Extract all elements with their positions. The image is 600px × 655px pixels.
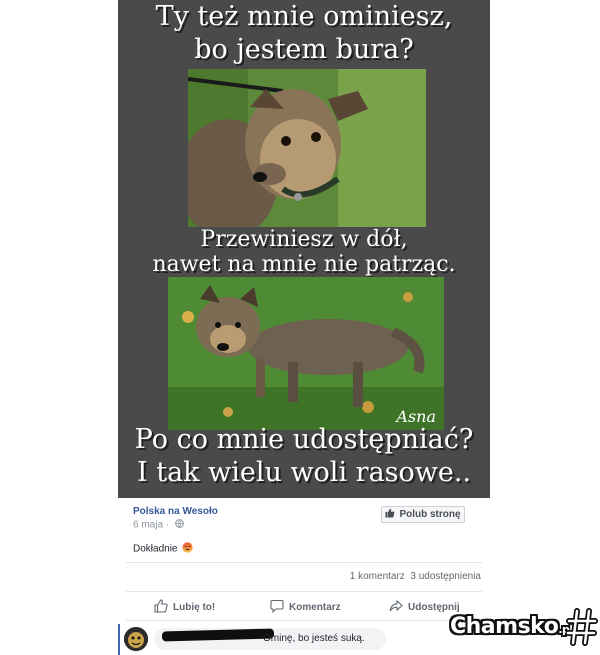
dog-photo-2: Asna xyxy=(168,277,444,430)
meme-caption-middle: Przewiniesz w dół, nawet na mnie nie pat… xyxy=(118,227,490,277)
meme-line-3: Przewiniesz w dół, xyxy=(200,227,408,252)
like-button[interactable]: Lubię to! xyxy=(154,598,216,616)
page-name-link[interactable]: Polska na Wesoło xyxy=(133,506,218,517)
meme-caption-top: Ty też mnie ominiesz, bo jestem bura? xyxy=(118,0,490,66)
watermark-logo: Chamsko.pl xyxy=(448,606,600,652)
post-date[interactable]: 6 maja · xyxy=(133,519,184,531)
meme-line-4: nawet na mnie nie patrząc. xyxy=(152,252,456,277)
hash-icon xyxy=(565,608,598,651)
shares-count[interactable]: 3 udostępnienia xyxy=(410,571,481,582)
meme-image[interactable]: Ty też mnie ominiesz, bo jestem bura? Pr… xyxy=(118,0,490,498)
post-message-text: Dokładnie xyxy=(133,543,178,555)
comments-count[interactable]: 1 komentarz xyxy=(350,571,405,582)
like-label: Lubię to! xyxy=(173,601,216,613)
meme-caption-bottom: Po co mnie udostępniać? I tak wielu woli… xyxy=(118,423,490,489)
divider xyxy=(126,620,482,621)
comment-label: Komentarz xyxy=(289,601,341,613)
thumbs-up-icon xyxy=(385,508,395,521)
divider xyxy=(126,591,482,592)
comment-button[interactable]: Komentarz xyxy=(270,599,341,615)
page-background xyxy=(0,0,118,655)
comment-bubble-icon xyxy=(270,599,284,616)
dog-photo-1 xyxy=(188,69,426,227)
watermark-text: Chamsko.pl xyxy=(450,614,573,639)
comment-accent-bar xyxy=(118,624,120,655)
globe-icon xyxy=(175,519,184,531)
thumbs-up-icon xyxy=(154,598,168,616)
post-date-text: 6 maja · xyxy=(133,519,170,531)
like-page-label: Polub stronę xyxy=(399,509,461,520)
meme-line-2: bo jestem bura? xyxy=(194,34,414,65)
avatar[interactable] xyxy=(124,627,148,651)
meme-line-1: Ty też mnie ominiesz, xyxy=(155,1,453,32)
comment-text: Ominę, bo jesteś suką. xyxy=(263,633,365,644)
facebook-post: Ty też mnie ominiesz, bo jestem bura? Pr… xyxy=(118,0,490,655)
meme-line-5: Po co mnie udostępniać? xyxy=(134,424,474,455)
divider xyxy=(126,562,482,563)
angry-emoji-icon xyxy=(182,542,193,556)
comment: Ominę, bo jesteś suką. xyxy=(118,624,490,655)
post-message: Dokładnie xyxy=(133,542,193,556)
share-arrow-icon xyxy=(389,599,403,616)
like-page-button[interactable]: Polub stronę xyxy=(381,506,465,523)
meme-line-6: I tak wielu woli rasowe.. xyxy=(136,457,472,488)
post-stats: 1 komentarz 3 udostępnienia xyxy=(350,571,481,582)
watermark-brand: Chamsko xyxy=(450,614,559,639)
